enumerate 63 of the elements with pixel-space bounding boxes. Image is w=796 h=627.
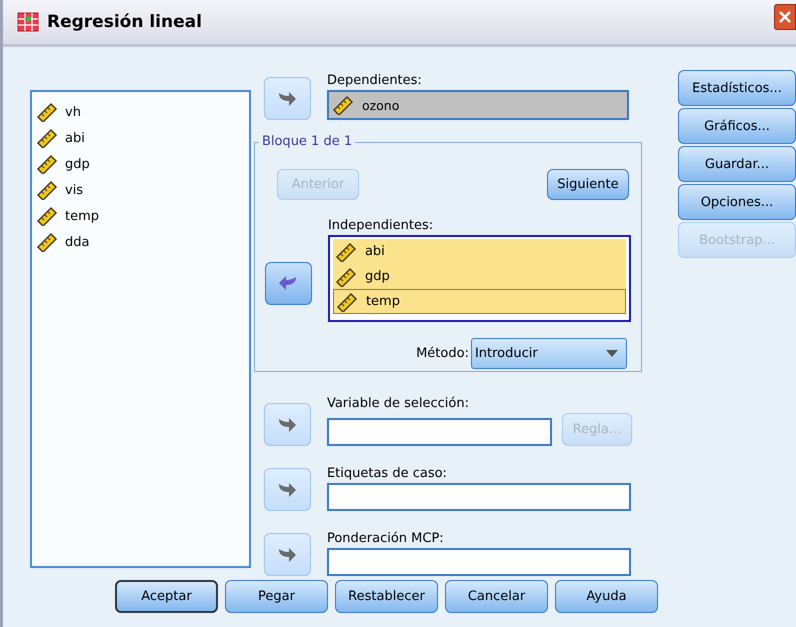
ruler-icon: [36, 102, 58, 122]
dropdown-caret-icon: [606, 350, 618, 357]
dialog-button[interactable]: Ayuda: [555, 580, 658, 613]
selection-field[interactable]: [326, 418, 552, 446]
variable-name: abi: [65, 130, 85, 146]
variable-item[interactable]: vh: [36, 100, 245, 124]
dialog-button[interactable]: Guardar...: [678, 146, 796, 182]
group-title: Bloque 1 de 1: [258, 134, 356, 149]
variable-name: vis: [65, 182, 84, 198]
variable-item[interactable]: gdp: [332, 264, 626, 289]
variable-name: gdp: [65, 156, 90, 172]
variable-item[interactable]: temp: [36, 204, 245, 228]
variable-name: dda: [65, 234, 90, 250]
variable-item[interactable]: temp: [332, 289, 626, 314]
dialog-button[interactable]: Restablecer: [335, 580, 438, 613]
weight-field[interactable]: [326, 548, 631, 576]
field-label: Dependientes:: [326, 73, 423, 88]
curved-right-arrow-icon: [277, 546, 298, 562]
ruler-icon: [36, 180, 58, 200]
independents-list[interactable]: abi gdp temp: [328, 235, 631, 322]
curved-right-arrow-icon: [277, 482, 298, 498]
dialog-button[interactable]: Opciones...: [678, 184, 796, 220]
dialog-button[interactable]: Aceptar: [115, 580, 218, 613]
ruler-icon: [36, 232, 58, 252]
dialog-button[interactable]: Pegar: [225, 580, 328, 613]
case-labels-field[interactable]: [326, 483, 631, 511]
move-arrow-button[interactable]: [264, 262, 312, 304]
variable-name: vh: [65, 104, 81, 120]
variable-name: abi: [364, 244, 385, 259]
variable-name: temp: [65, 208, 100, 224]
ruler-icon: [334, 266, 357, 286]
field-label: Etiquetas de caso:: [326, 466, 448, 481]
variable-item[interactable]: gdp: [36, 152, 245, 176]
method-label: Método:: [416, 346, 469, 361]
ruler-icon: [36, 206, 58, 226]
next-button[interactable]: Siguiente: [546, 169, 629, 200]
variable-item[interactable]: abi: [332, 239, 626, 264]
variable-name: ozono: [362, 98, 400, 112]
dependent-field[interactable]: ozono: [326, 90, 629, 120]
ruler-icon: [332, 95, 354, 115]
variable-item[interactable]: vis: [36, 178, 245, 202]
curved-right-arrow-icon: [277, 90, 298, 106]
variable-name: gdp: [364, 269, 390, 284]
close-icon: [778, 10, 792, 24]
ruler-icon: [36, 128, 58, 148]
ruler-icon: [336, 292, 358, 312]
field-label: Ponderación MCP:: [326, 531, 445, 546]
close-button[interactable]: [774, 4, 796, 30]
variable-item[interactable]: dda: [36, 230, 245, 254]
dialog-button[interactable]: Estadísticos...: [678, 70, 796, 106]
variable-name: temp: [366, 294, 400, 309]
dialog-button[interactable]: Gráficos...: [678, 108, 796, 144]
dialog-button[interactable]: Cancelar: [445, 580, 548, 613]
ruler-icon: [334, 242, 357, 262]
field-label: Independientes:: [328, 218, 434, 233]
curved-right-arrow-icon: [277, 416, 298, 432]
window-title: Regresión lineal: [47, 12, 202, 32]
ruler-icon: [36, 154, 58, 174]
table-grid-icon: [17, 12, 39, 32]
variable-item[interactable]: abi: [36, 126, 245, 150]
curved-left-arrow-icon: [278, 275, 298, 291]
field-label: Variable de selección:: [326, 396, 470, 411]
method-dropdown[interactable]: Introducir: [470, 338, 627, 369]
